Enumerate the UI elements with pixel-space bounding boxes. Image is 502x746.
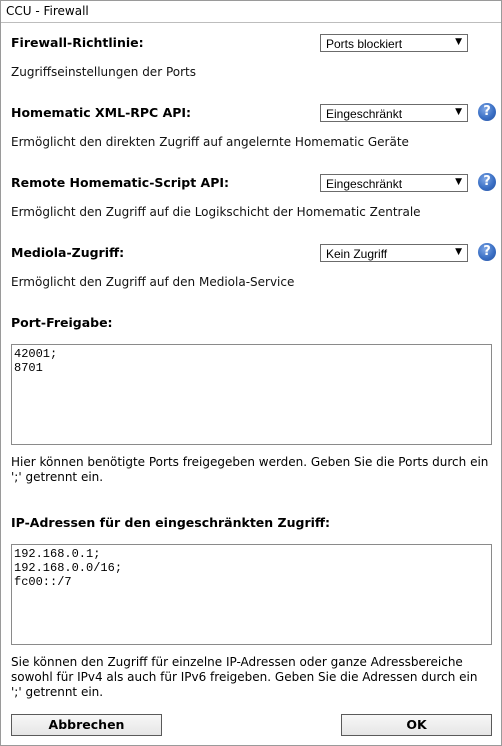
window-title: CCU - Firewall [6, 4, 89, 18]
script-api-description: Ermöglicht den Zugriff auf die Logikschi… [11, 205, 421, 219]
firewall-policy-select[interactable]: Ports blockiert ▼ [320, 34, 468, 52]
help-icon[interactable]: ? [478, 103, 496, 121]
ports-label: Port-Freigabe: [11, 315, 113, 330]
chevron-down-icon: ▼ [455, 37, 462, 47]
firewall-policy-description: Zugriffseinstellungen der Ports [11, 65, 196, 79]
script-api-label: Remote Homematic-Script API: [11, 175, 230, 190]
chevron-down-icon: ▼ [455, 247, 462, 257]
chevron-down-icon: ▼ [455, 107, 462, 117]
ports-hint: Hier können benötigte Ports freigegeben … [11, 455, 489, 484]
ip-addresses-label: IP-Adressen für den eingeschränkten Zugr… [11, 515, 331, 530]
chevron-down-icon: ▼ [455, 177, 462, 187]
mediola-label: Mediola-Zugriff: [11, 245, 125, 260]
xmlrpc-value: Eingeschränkt [326, 107, 403, 121]
cancel-button[interactable]: Abbrechen [11, 714, 162, 736]
ports-textarea[interactable]: 42001; 8701 [11, 344, 492, 445]
ok-button[interactable]: OK [341, 714, 492, 736]
xmlrpc-label: Homematic XML-RPC API: [11, 105, 192, 120]
mediola-description: Ermöglicht den Zugriff auf den Mediola-S… [11, 275, 295, 289]
help-icon[interactable]: ? [478, 173, 496, 191]
help-icon[interactable]: ? [478, 243, 496, 261]
firewall-policy-label: Firewall-Richtlinie: [11, 35, 144, 50]
xmlrpc-select[interactable]: Eingeschränkt ▼ [320, 104, 468, 122]
firewall-dialog: CCU - Firewall Firewall-Richtlinie: Port… [0, 0, 502, 746]
mediola-select[interactable]: Kein Zugriff ▼ [320, 244, 468, 262]
title-bar[interactable]: CCU - Firewall [1, 1, 501, 23]
mediola-value: Kein Zugriff [326, 247, 388, 261]
ip-addresses-hint: Sie können den Zugriff für einzelne IP-A… [11, 655, 478, 699]
script-api-value: Eingeschränkt [326, 177, 403, 191]
xmlrpc-description: Ermöglicht den direkten Zugriff auf ange… [11, 135, 409, 149]
firewall-policy-value: Ports blockiert [326, 37, 403, 51]
script-api-select[interactable]: Eingeschränkt ▼ [320, 174, 468, 192]
ip-addresses-textarea[interactable]: 192.168.0.1; 192.168.0.0/16; fc00::/7 [11, 544, 492, 645]
